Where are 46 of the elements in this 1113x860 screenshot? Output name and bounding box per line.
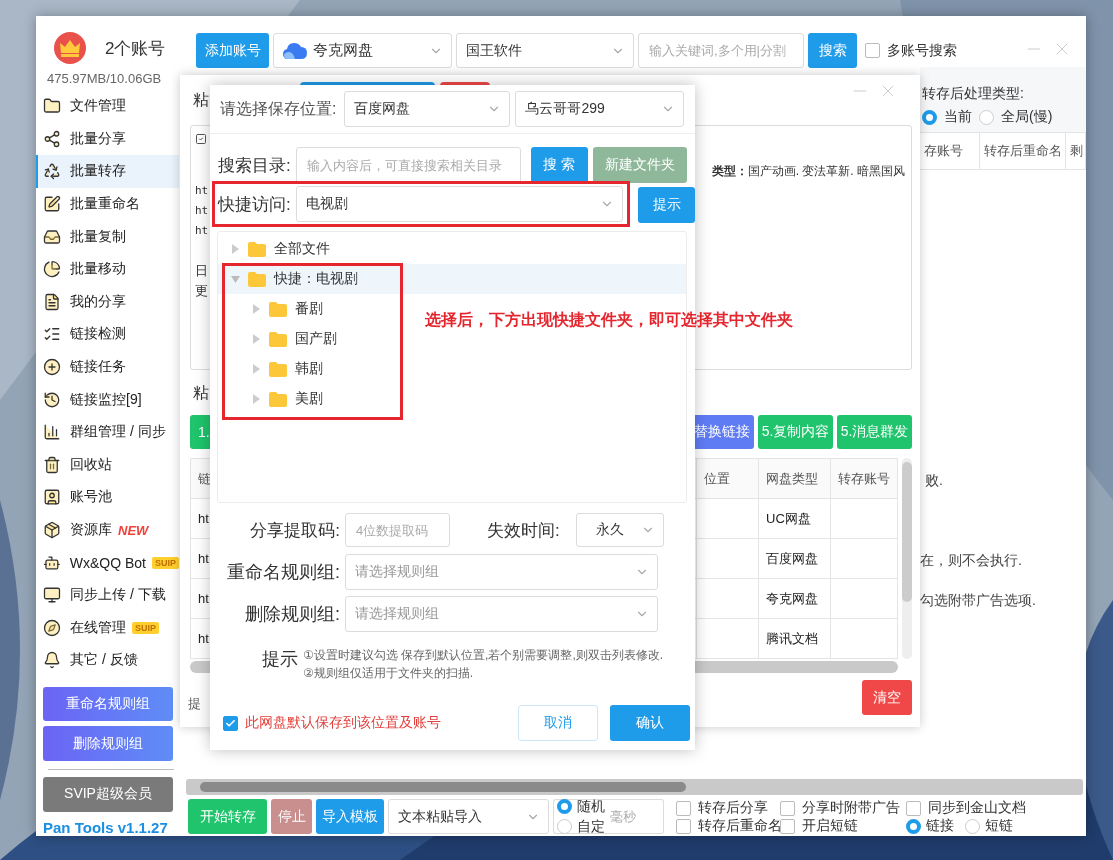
field-label: 请选择保存位置: <box>220 98 337 119</box>
column-header: 转存后重命名 <box>980 133 1066 169</box>
note-text: 勾选附带广告选项. <box>920 592 1037 610</box>
note-text: 败. <box>925 472 944 490</box>
table-cell: 腾讯文档 <box>759 619 831 659</box>
text-line: ht <box>195 223 209 239</box>
checkbox-label: 多账号搜索 <box>887 41 957 60</box>
radio-label: 短链 <box>985 817 1013 835</box>
checkbox-label: 转存后重命名 <box>698 817 782 835</box>
hint-text: 提 <box>188 695 201 713</box>
field-label: 搜索目录: <box>218 154 291 177</box>
radio-label: 全局(慢) <box>1001 108 1053 126</box>
section-title: 粘 <box>193 383 209 403</box>
text-line: 更 <box>195 282 208 300</box>
column-header: 转存账号 <box>831 459 898 499</box>
version-label: Pan Tools v1.1.27 <box>43 819 169 836</box>
field-label: 分享提取码: <box>249 519 340 542</box>
account-count: 2个账号 <box>105 37 166 60</box>
column-header: 剩 <box>1066 133 1086 169</box>
annotation-text: 选择后，下方出现快捷文件夹，即可选择其中文件夹 <box>425 310 793 330</box>
checkbox-label: 转存后分享 <box>698 799 768 817</box>
process-type-label: 转存后处理类型: <box>922 85 1025 103</box>
window-title: 粘 <box>193 90 209 110</box>
storage-usage: 475.97MB/10.06GB <box>47 71 163 87</box>
text-line: ht <box>195 203 209 219</box>
column-header: 位置 <box>697 459 759 499</box>
table-cell: 百度网盘 <box>759 539 831 579</box>
table-cell: UC网盘 <box>759 499 831 539</box>
radio-label: 当前 <box>944 108 972 126</box>
text-line: 日 <box>195 262 208 280</box>
checkbox-label: 开启短链 <box>802 817 858 835</box>
tip-text: ②规则组仅适用于文件夹的扫描. <box>303 665 475 682</box>
radio-label: 链接 <box>926 817 954 835</box>
text-line: ht <box>195 183 209 199</box>
checkbox-label: 同步到金山文档 <box>928 799 1026 817</box>
field-label: 快捷访问: <box>218 193 291 216</box>
column-header: 网盘类型 <box>759 459 831 499</box>
field-label: 失效时间: <box>487 519 560 542</box>
note-text: 在，则不会执行. <box>920 552 1023 570</box>
checkbox-label: 分享时附带广告 <box>802 799 900 817</box>
table-cell: 夸克网盘 <box>759 579 831 619</box>
new-label: NEW <box>118 522 149 538</box>
text-line: 类型：国产动画. 变法革新. 暗黑国风 <box>711 163 905 180</box>
checkbox-label: 此网盘默认保存到该位置及账号 <box>245 714 441 732</box>
vip-badge: SUIP <box>152 556 179 569</box>
vip-badge: SUIP <box>132 621 159 634</box>
